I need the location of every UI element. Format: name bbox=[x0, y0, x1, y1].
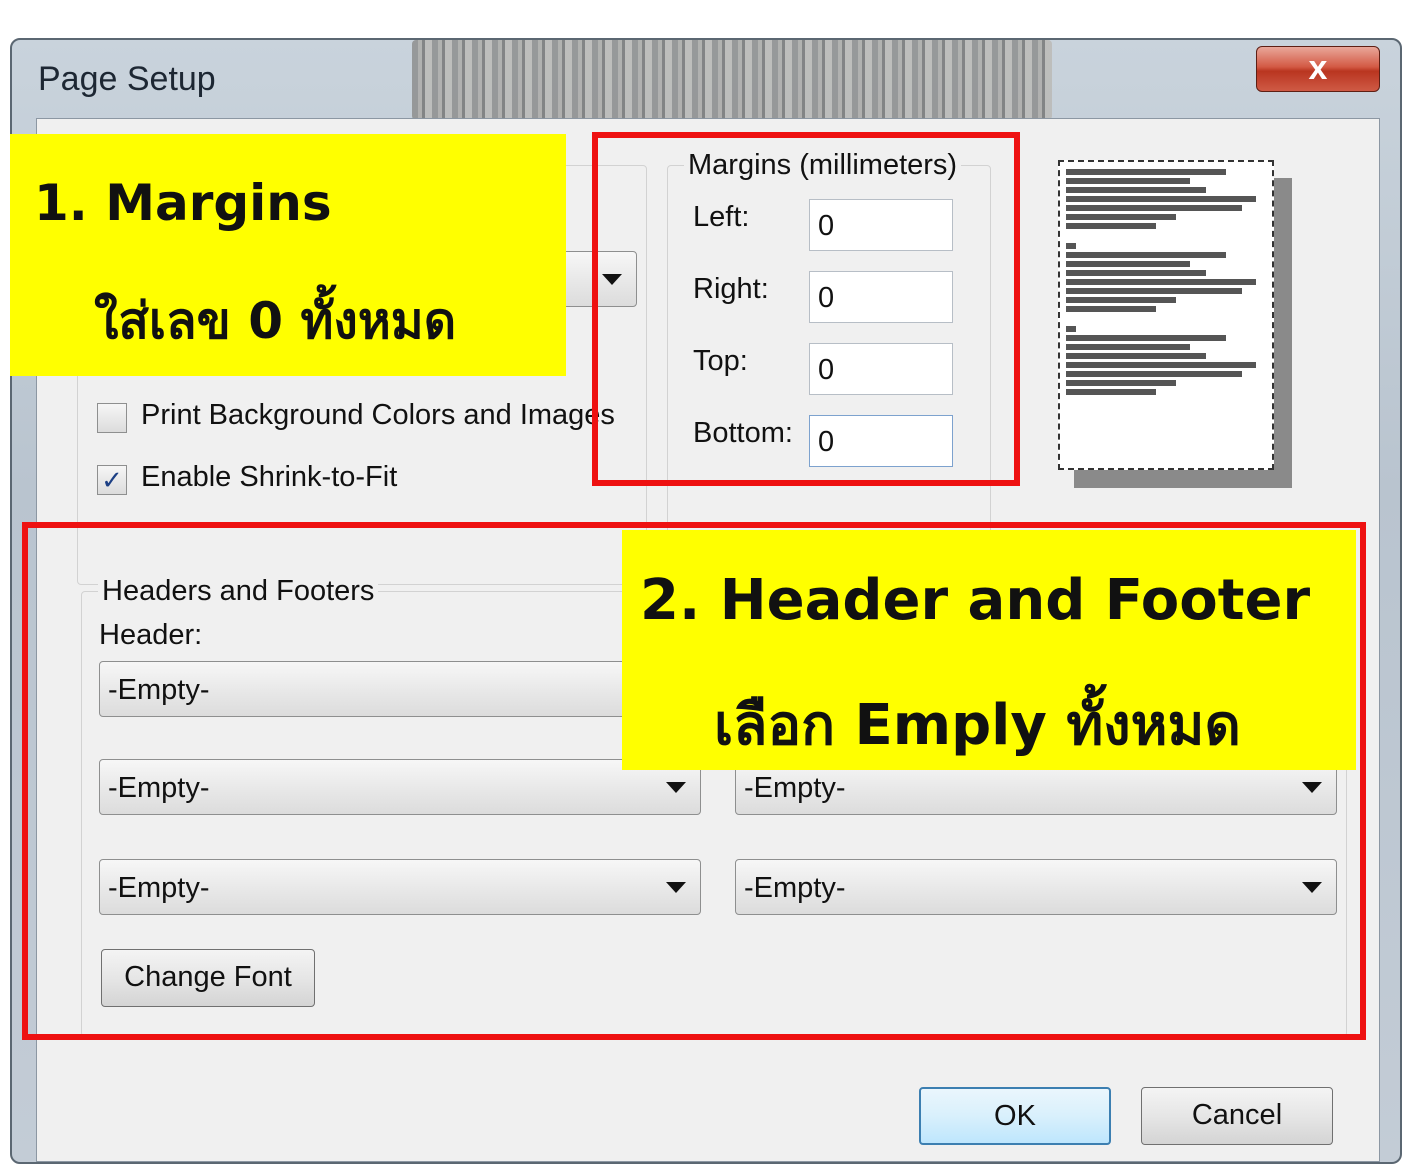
margins-callout-title: 1. Margins bbox=[34, 174, 332, 232]
checkmark-icon: ✓ bbox=[101, 465, 123, 495]
margins-callout: 1. Margins ใส่เลข 0 ทั้งหมด bbox=[10, 134, 566, 376]
print-background-checkbox[interactable] bbox=[97, 403, 127, 433]
close-icon: x bbox=[1308, 49, 1328, 87]
dialog-title: Page Setup bbox=[38, 60, 216, 98]
titlebar-background bbox=[412, 40, 1052, 120]
shrink-to-fit-checkbox[interactable]: ✓ bbox=[97, 465, 127, 495]
ok-button[interactable]: OK bbox=[919, 1087, 1111, 1145]
shrink-to-fit-label: Enable Shrink-to-Fit bbox=[141, 461, 398, 493]
headers-footers-callout-instruction: เลือก Emply ทั้งหมด bbox=[714, 693, 1241, 758]
print-background-label: Print Background Colors and Images bbox=[141, 399, 615, 431]
close-button[interactable]: x bbox=[1256, 46, 1380, 92]
margins-highlight-box bbox=[592, 132, 1020, 486]
headers-footers-callout-title: 2. Header and Footer bbox=[640, 568, 1311, 633]
headers-footers-callout: 2. Header and Footer เลือก Emply ทั้งหมด bbox=[622, 530, 1356, 770]
page-preview bbox=[1058, 160, 1274, 470]
margins-callout-instruction: ใส่เลข 0 ทั้งหมด bbox=[94, 292, 457, 350]
cancel-button[interactable]: Cancel bbox=[1141, 1087, 1333, 1145]
